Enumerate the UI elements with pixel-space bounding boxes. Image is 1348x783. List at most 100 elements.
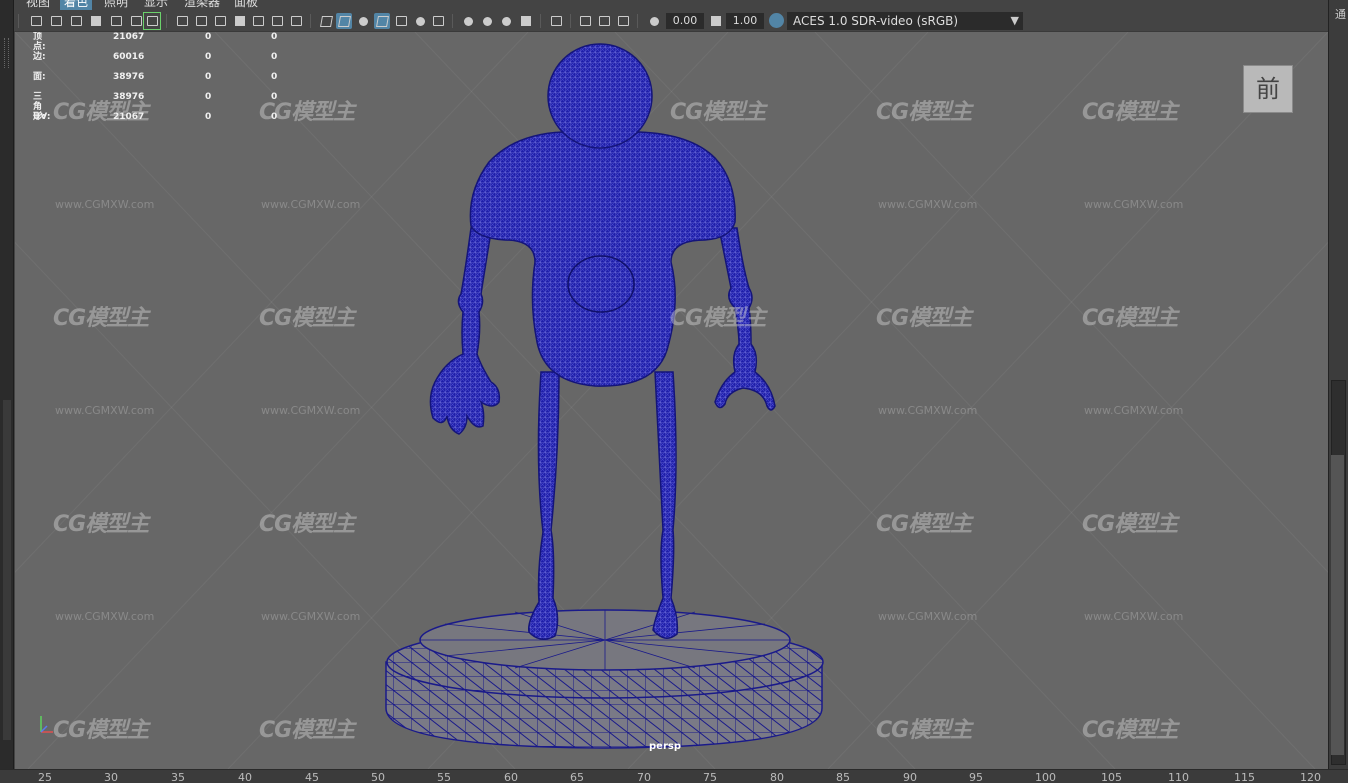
hud-value: 38976: [113, 72, 145, 82]
view-cube[interactable]: 前: [1243, 65, 1293, 113]
menu-lighting[interactable]: 照明: [100, 0, 132, 10]
hud-value: 0: [271, 92, 278, 102]
use-all-lights-icon[interactable]: [412, 13, 428, 29]
menu-renderer[interactable]: 渲染器: [180, 0, 224, 10]
xray-components-icon[interactable]: [615, 13, 631, 29]
wireframe-icon[interactable]: [318, 13, 334, 29]
watermark-logo: CG模型主: [259, 718, 355, 743]
hud-value: 0: [271, 72, 278, 82]
timeline-tick: 65: [570, 771, 584, 783]
camera-lock-icon[interactable]: [88, 13, 104, 29]
watermark-url: www.CGMXW.com: [1084, 610, 1184, 623]
timeline-tick: 120: [1300, 771, 1321, 783]
menu-view[interactable]: 视图: [22, 0, 54, 10]
hud-value: 21067: [113, 32, 145, 42]
timeline-tick: 115: [1234, 771, 1255, 783]
watermark-logo: CG模型主: [670, 100, 766, 125]
hud-label: 面:: [33, 72, 46, 82]
grid-icon[interactable]: [174, 13, 190, 29]
watermark-url: www.CGMXW.com: [878, 404, 978, 417]
watermark-logo: CG模型主: [53, 512, 149, 537]
watermark-url: www.CGMXW.com: [55, 404, 155, 417]
watermark-logo: CG模型主: [876, 718, 972, 743]
motion-blur-icon[interactable]: [479, 13, 495, 29]
watermark-logo: CG模型主: [1082, 512, 1178, 537]
viewport-toolbar: 0.00 1.00 ACES 1.0 SDR-video (sRGB) ▼: [14, 10, 1328, 32]
gamma-field[interactable]: 1.00: [726, 13, 764, 29]
wireframe-on-shaded-icon[interactable]: [374, 13, 390, 29]
resolution-gate-icon[interactable]: [212, 13, 228, 29]
hud-value: 0: [205, 72, 212, 82]
watermark-logo: CG模型主: [876, 100, 972, 125]
timeline-tick: 100: [1035, 771, 1056, 783]
timeline-tick: 25: [38, 771, 52, 783]
timeline-tick: 90: [903, 771, 917, 783]
left-panel-edge: [3, 400, 11, 740]
default-material-icon[interactable]: [355, 13, 371, 29]
isolate-select-icon[interactable]: [548, 13, 564, 29]
gate-mask-icon[interactable]: [232, 13, 248, 29]
2d-pan-zoom-icon[interactable]: [128, 13, 144, 29]
color-management-icon[interactable]: [769, 13, 784, 28]
camera-bookmark-icon[interactable]: [68, 13, 84, 29]
camera-attributes-icon[interactable]: [48, 13, 64, 29]
timeline-tick: 60: [504, 771, 518, 783]
chevron-down-icon: ▼: [1010, 14, 1019, 27]
watermark-logo: CG模型主: [53, 306, 149, 331]
grease-pencil-icon[interactable]: [143, 12, 161, 30]
timeline-tick: 30: [104, 771, 118, 783]
viewport-scene: [15, 32, 1328, 769]
timeline-tick: 75: [703, 771, 717, 783]
character-mesh: [429, 43, 776, 640]
watermark-url: www.CGMXW.com: [878, 198, 978, 211]
exposure-field[interactable]: 0.00: [666, 13, 704, 29]
toolbar-grip-handle[interactable]: [4, 38, 9, 68]
panel-tab-label[interactable]: 通: [1335, 6, 1346, 22]
hud-value: 0: [271, 112, 278, 122]
shadows-icon[interactable]: [430, 13, 446, 29]
panel-menu-bar: 视图 着色 照明 显示 渲染器 面板: [14, 0, 1328, 10]
watermark-url: www.CGMXW.com: [55, 198, 155, 211]
hud-value: 60016: [113, 52, 145, 62]
hud-value: 0: [205, 92, 212, 102]
watermark-logo: CG模型主: [1082, 306, 1178, 331]
depth-of-field-icon[interactable]: [518, 13, 534, 29]
timeline-ruler[interactable]: 25 30 35 40 45 50 55 60 65 70 75 80 85 9…: [0, 769, 1348, 783]
safe-action-icon[interactable]: [269, 13, 285, 29]
screen-space-ao-icon[interactable]: [460, 13, 476, 29]
timeline-tick: 110: [1168, 771, 1189, 783]
camera-select-icon[interactable]: [28, 13, 44, 29]
xray-joints-icon[interactable]: [596, 13, 612, 29]
scrollbar-thumb[interactable]: [1331, 455, 1344, 755]
watermark-logo: CG模型主: [259, 306, 355, 331]
watermark-logo: CG模型主: [876, 306, 972, 331]
menu-shading[interactable]: 着色: [60, 0, 93, 10]
smooth-shade-icon[interactable]: [336, 13, 352, 29]
safe-title-icon[interactable]: [288, 13, 304, 29]
watermark-logo: CG模型主: [1082, 718, 1178, 743]
3d-viewport[interactable]: CG模型主 CG模型主 CG模型主 CG模型主 CG模型主 CG模型主 CG模型…: [15, 32, 1328, 769]
menu-panels[interactable]: 面板: [230, 0, 262, 10]
textured-icon[interactable]: [393, 13, 409, 29]
gamma-icon[interactable]: [708, 13, 724, 29]
film-gate-icon[interactable]: [193, 13, 209, 29]
menu-show[interactable]: 显示: [140, 0, 172, 10]
image-plane-icon[interactable]: [108, 13, 124, 29]
watermark-logo: CG模型主: [259, 512, 355, 537]
hud-label: UV:: [33, 112, 51, 122]
timeline-tick: 35: [171, 771, 185, 783]
timeline-tick: 50: [371, 771, 385, 783]
anti-aliasing-icon[interactable]: [498, 13, 514, 29]
hud-value: 21067: [113, 112, 145, 122]
pedestal-mesh: [385, 609, 824, 749]
field-chart-icon[interactable]: [250, 13, 266, 29]
watermark-logo: CG模型主: [670, 306, 766, 331]
color-space-dropdown[interactable]: ACES 1.0 SDR-video (sRGB) ▼: [769, 12, 1023, 30]
hud-label: 顶点:: [33, 32, 46, 52]
timeline-tick: 55: [437, 771, 451, 783]
watermark-logo: CG模型主: [53, 718, 149, 743]
timeline-tick: 45: [305, 771, 319, 783]
exposure-icon[interactable]: [646, 13, 662, 29]
camera-label: persp: [649, 741, 681, 752]
xray-icon[interactable]: [577, 13, 593, 29]
